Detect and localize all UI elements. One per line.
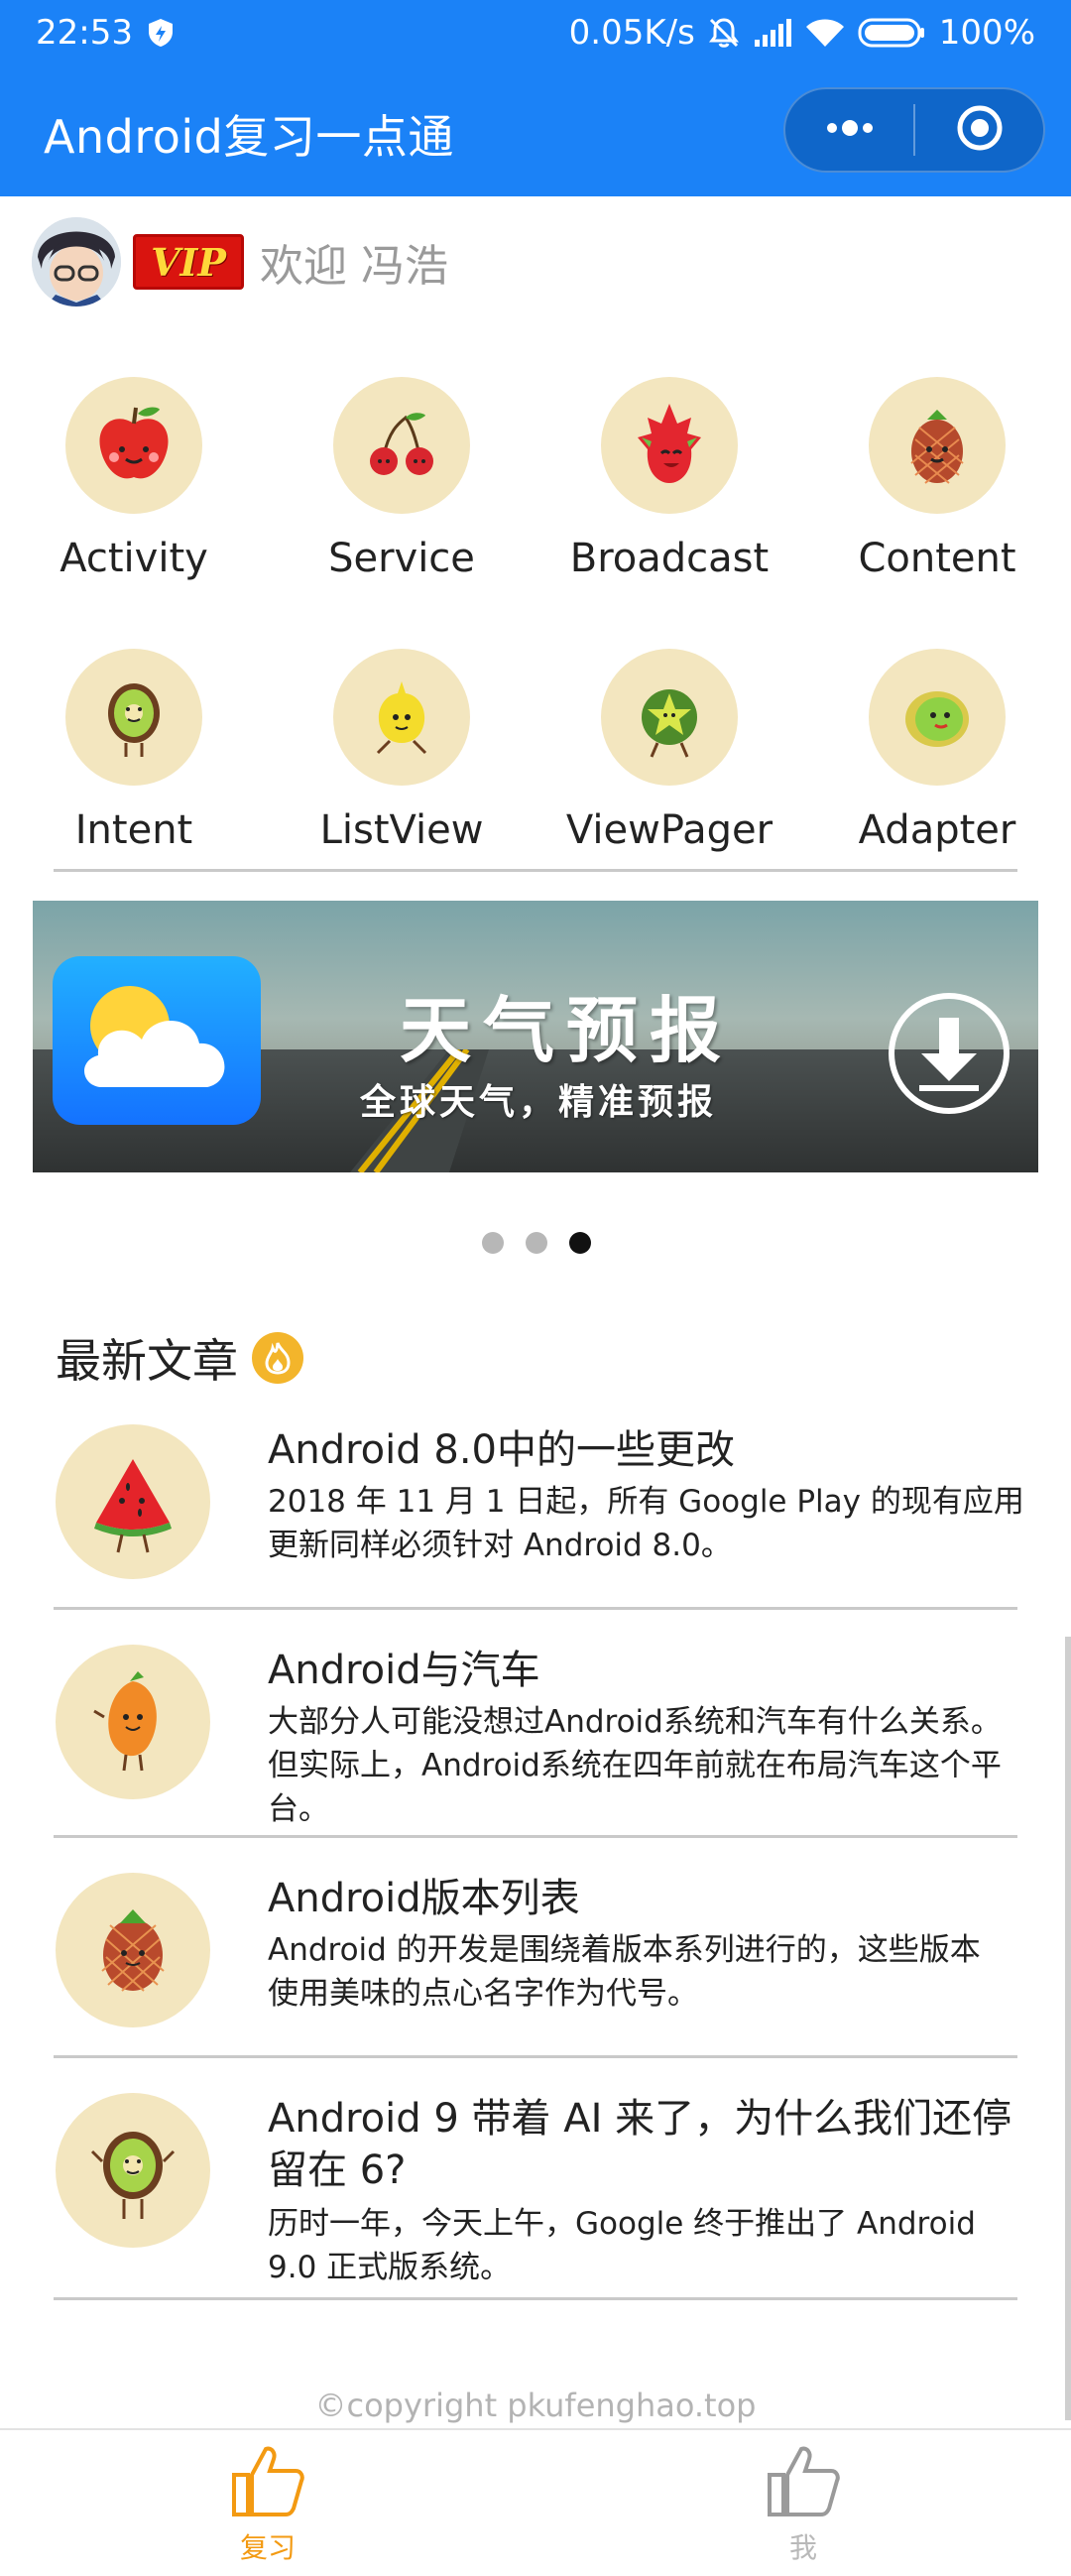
dragonfruit-icon bbox=[601, 377, 738, 514]
scrollbar[interactable] bbox=[1065, 1637, 1071, 2420]
status-bar: 22:53 0.05K/s 100% bbox=[0, 0, 1071, 65]
grid-label: Content bbox=[858, 536, 1016, 581]
status-right: 0.05K/s 100% bbox=[569, 13, 1035, 53]
grid-item-broadcast[interactable]: Broadcast bbox=[536, 377, 803, 635]
shield-icon bbox=[147, 17, 175, 49]
article-item[interactable]: Android 9 带着 AI 来了，为什么我们还停 留在 6? 历时一年，今天… bbox=[56, 2093, 1017, 2299]
grid-item-listview[interactable]: ListView bbox=[268, 649, 536, 907]
lime-icon bbox=[869, 649, 1006, 786]
section-title: 最新文章 bbox=[56, 1334, 238, 1388]
status-left: 22:53 bbox=[36, 13, 175, 53]
vip-badge: VIP bbox=[133, 234, 244, 290]
kiwi-icon bbox=[65, 649, 202, 786]
article-desc-line: 大部分人可能没想过Android系统和汽车有什么关系。 bbox=[268, 1704, 1002, 1740]
app-header: Android复习一点通 bbox=[0, 65, 1071, 196]
banner-pagination bbox=[482, 1232, 591, 1254]
tab-review[interactable]: 复习 bbox=[0, 2430, 536, 2576]
article-desc: 历时一年，今天上午，Google 终于推出了 Android 9.0 正式版系统… bbox=[268, 2202, 1071, 2289]
pagination-dot[interactable] bbox=[526, 1232, 547, 1254]
cherry-icon bbox=[333, 377, 470, 514]
lemon-icon bbox=[333, 649, 470, 786]
banner-title: 天气预报 bbox=[400, 989, 734, 1072]
battery-icon bbox=[858, 17, 927, 49]
grid-item-service[interactable]: Service bbox=[268, 377, 536, 635]
tab-label: 我 bbox=[788, 2530, 817, 2564]
strawberry-icon bbox=[56, 1873, 210, 2027]
tab-label: 复习 bbox=[239, 2530, 296, 2564]
article-desc-line: 历时一年，今天上午，Google 终于推出了 Android bbox=[268, 2206, 976, 2242]
article-desc: 2018 年 11 月 1 日起，所有 Google Play 的现有应用 更新… bbox=[268, 1480, 1071, 1567]
article-item[interactable]: Android 8.0中的一些更改 2018 年 11 月 1 日起，所有 Go… bbox=[56, 1424, 1024, 1609]
mango-icon bbox=[56, 1645, 210, 1799]
copyright: ©copyright pkufenghao.top bbox=[314, 2387, 757, 2424]
mini-program-capsule bbox=[783, 87, 1045, 173]
article-title: Android 9 带着 AI 来了，为什么我们还停 留在 6? bbox=[268, 2093, 1071, 2196]
article-desc-line: 台。 bbox=[268, 1791, 329, 1827]
section-heading: 最新文章 bbox=[56, 1325, 303, 1391]
grid-label: Broadcast bbox=[569, 536, 770, 581]
status-time: 22:53 bbox=[36, 13, 133, 53]
thumbs-up-icon bbox=[764, 2441, 843, 2524]
grid-item-activity[interactable]: Activity bbox=[0, 377, 268, 635]
grid-label: Intent bbox=[74, 807, 193, 853]
pagination-dot[interactable] bbox=[482, 1232, 504, 1254]
article-desc: 大部分人可能没想过Android系统和汽车有什么关系。 但实际上，Android… bbox=[268, 1700, 1071, 1831]
article-divider bbox=[54, 1607, 1017, 1610]
grid-label: ListView bbox=[319, 807, 484, 853]
article-desc: Android 的开发是围绕着版本系列进行的，这些版本 使用美味的点心名字作为代… bbox=[268, 1928, 1071, 2016]
article-desc-line: Android 的开发是围绕着版本系列进行的，这些版本 bbox=[268, 1932, 981, 1968]
avatar[interactable] bbox=[32, 217, 121, 307]
network-speed: 0.05K/s bbox=[568, 13, 695, 53]
article-title: Android版本列表 bbox=[268, 1876, 580, 1921]
more-icon bbox=[822, 118, 878, 142]
article-item[interactable]: Android版本列表 Android 的开发是围绕着版本系列进行的，这些版本 … bbox=[56, 1873, 1017, 2057]
tab-me[interactable]: 我 bbox=[536, 2430, 1071, 2576]
close-target-icon bbox=[954, 102, 1006, 158]
article-desc-line: 2018 年 11 月 1 日起，所有 Google Play 的现有应用 bbox=[268, 1484, 1024, 1520]
grid-item-adapter[interactable]: Adapter bbox=[803, 649, 1071, 907]
article-divider bbox=[54, 2297, 1017, 2300]
tab-bar: 复习 我 bbox=[0, 2428, 1071, 2576]
pineapple-icon bbox=[869, 377, 1006, 514]
pagination-dot-active[interactable] bbox=[569, 1232, 591, 1254]
close-button[interactable] bbox=[915, 89, 1043, 171]
article-title-line: Android 9 带着 AI 来了，为什么我们还停 bbox=[268, 2096, 1012, 2142]
grid-item-intent[interactable]: Intent bbox=[0, 649, 268, 907]
article-desc-line: 使用美味的点心名字作为代号。 bbox=[268, 1976, 698, 2012]
banner-subtitle: 全球天气，精准预报 bbox=[360, 1082, 718, 1123]
watermelon-icon bbox=[56, 1424, 210, 1579]
article-desc-line: 更新同样必须针对 Android 8.0。 bbox=[268, 1528, 732, 1563]
signal-icon bbox=[753, 18, 792, 48]
fire-icon bbox=[252, 1332, 303, 1384]
thumbs-up-icon bbox=[228, 2441, 307, 2524]
weather-banner[interactable]: 天气预报 全球天气，精准预报 bbox=[33, 901, 1038, 1172]
starfruit-icon bbox=[601, 649, 738, 786]
article-desc-line: 9.0 正式版系统。 bbox=[268, 2250, 512, 2285]
wifi-icon bbox=[804, 17, 846, 49]
grid-label: Service bbox=[328, 536, 475, 581]
battery-percent: 100% bbox=[938, 13, 1035, 53]
app-title: Android复习一点通 bbox=[44, 110, 454, 164]
grid-label: ViewPager bbox=[565, 807, 774, 853]
article-title: Android 8.0中的一些更改 bbox=[268, 1427, 735, 1473]
article-divider bbox=[54, 2055, 1017, 2058]
article-item[interactable]: Android与汽车 大部分人可能没想过Android系统和汽车有什么关系。 但… bbox=[56, 1645, 1017, 1833]
grid-label: Adapter bbox=[858, 807, 1016, 853]
article-title-line: 留在 6? bbox=[268, 2147, 407, 2193]
apple-icon bbox=[65, 377, 202, 514]
kiwi-icon bbox=[56, 2093, 210, 2248]
grid-item-content[interactable]: Content bbox=[803, 377, 1071, 635]
welcome-text: 欢迎 冯浩 bbox=[260, 241, 448, 292]
mute-bell-icon bbox=[707, 16, 741, 50]
article-divider bbox=[54, 1835, 1017, 1838]
grid-label: Activity bbox=[60, 536, 208, 581]
more-button[interactable] bbox=[785, 89, 913, 171]
weather-app-icon bbox=[53, 956, 261, 1125]
grid-item-viewpager[interactable]: ViewPager bbox=[536, 649, 803, 907]
article-title: Android与汽车 bbox=[268, 1648, 540, 1693]
user-row: VIP 欢迎 冯浩 bbox=[32, 214, 448, 309]
download-icon[interactable] bbox=[886, 990, 1012, 1117]
article-desc-line: 但实际上，Android系统在四年前就在布局汽车这个平 bbox=[268, 1748, 1002, 1783]
grid-divider bbox=[54, 869, 1017, 872]
